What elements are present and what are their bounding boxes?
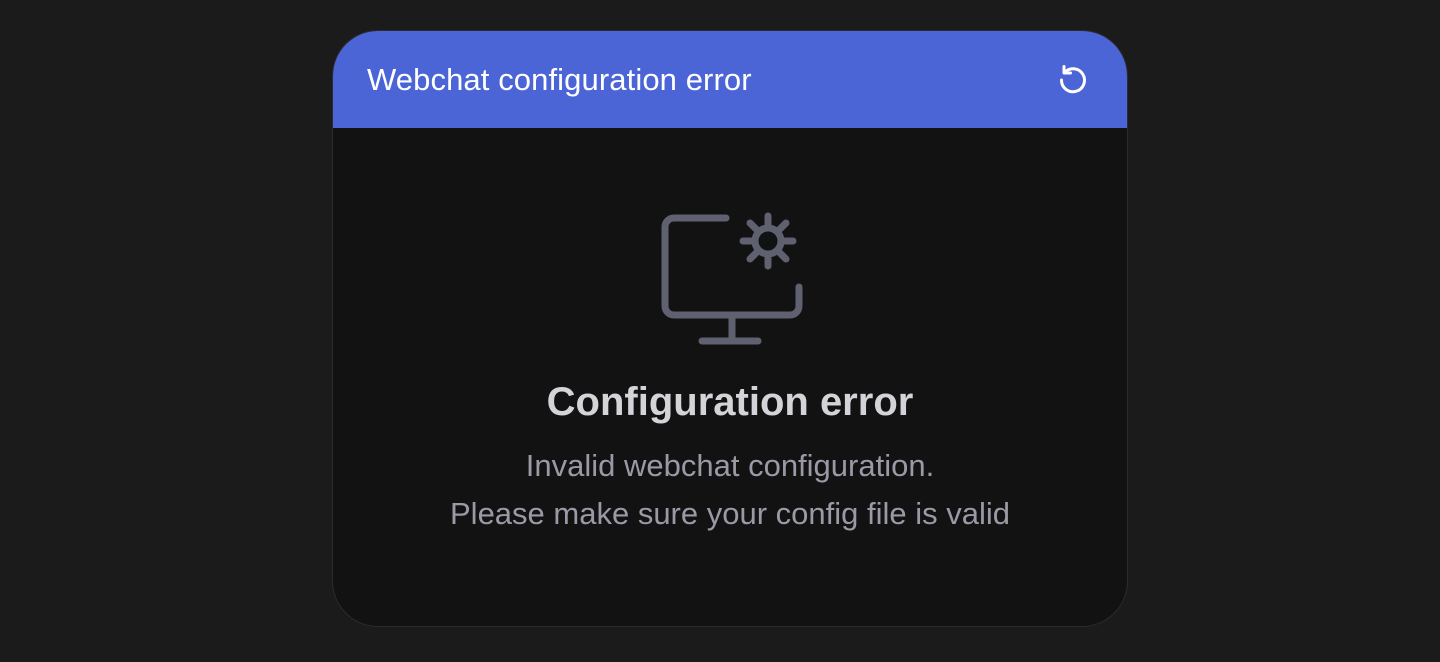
monitor-gear-icon bbox=[661, 212, 803, 345]
panel-body: Configuration error Invalid webchat conf… bbox=[333, 128, 1127, 626]
error-title: Configuration error bbox=[546, 380, 914, 424]
error-message-line2: Please make sure your config file is val… bbox=[450, 496, 1010, 531]
refresh-button[interactable] bbox=[1051, 58, 1095, 102]
header-title: Webchat configuration error bbox=[367, 61, 752, 97]
refresh-icon bbox=[1059, 64, 1086, 93]
error-message-line1: Invalid webchat configuration. bbox=[525, 448, 935, 483]
panel-header: Webchat configuration error bbox=[333, 31, 1127, 128]
error-panel: Webchat configuration error Configuratio… bbox=[332, 30, 1128, 627]
